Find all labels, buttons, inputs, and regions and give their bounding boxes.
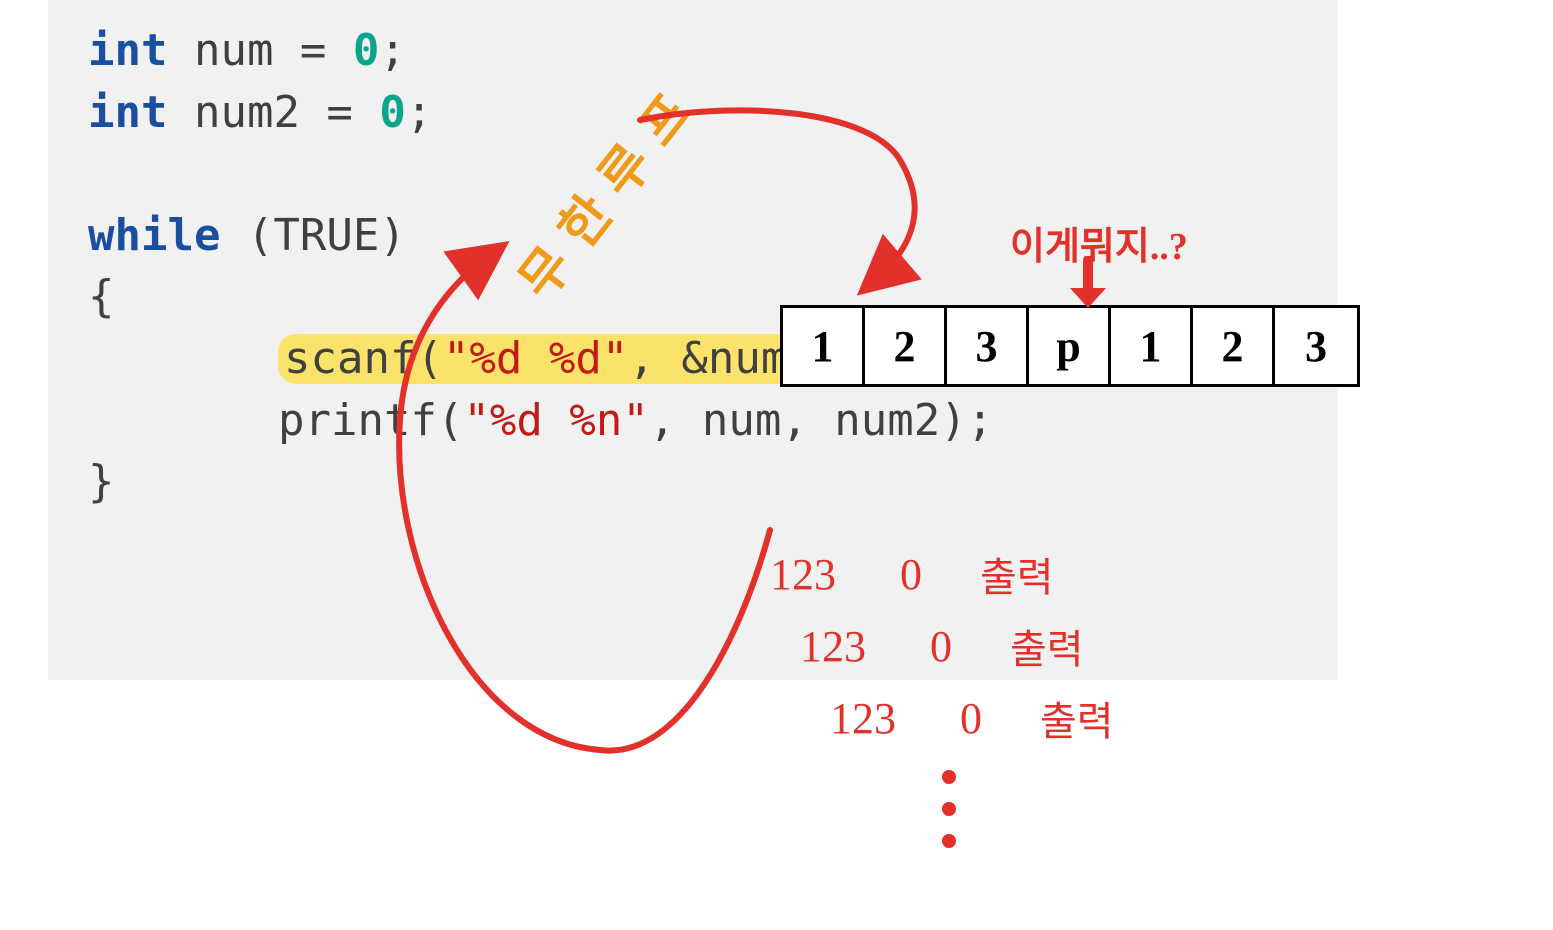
- code-text: num =: [167, 25, 352, 76]
- buffer-cell: 2: [1193, 308, 1275, 384]
- dot-icon: [942, 802, 956, 816]
- buffer-cell: 3: [947, 308, 1029, 384]
- output-value-1: 123: [800, 621, 890, 672]
- code-text: ;: [379, 25, 406, 76]
- number-literal: 0: [379, 87, 406, 138]
- buffer-cell: 1: [1111, 308, 1193, 384]
- code-text: (TRUE): [220, 210, 405, 261]
- code-text: num2 =: [167, 87, 379, 138]
- code-line-printf: printf("%d %n", num, num2);: [88, 390, 1298, 452]
- dot-icon: [942, 770, 956, 784]
- code-text: ;: [406, 87, 433, 138]
- output-row: 123 0 출력: [770, 545, 1114, 603]
- code-line-1: int num = 0;: [88, 20, 1298, 82]
- brace-close: }: [88, 451, 1298, 513]
- buffer-cell: 2: [865, 308, 947, 384]
- buffer-cell: 1: [783, 308, 865, 384]
- output-row: 123 0 출력: [800, 617, 1114, 675]
- string-literal: "%d %d": [443, 333, 628, 384]
- output-value-2: 0: [960, 693, 1000, 744]
- output-row: 123 0 출력: [830, 689, 1114, 747]
- arrow-down-icon: [1060, 256, 1120, 314]
- keyword-int: int: [88, 25, 167, 76]
- fn-scanf: scanf(: [284, 333, 443, 384]
- output-label: 출력: [1040, 689, 1114, 747]
- blank-line: [88, 143, 1298, 205]
- fn-printf: printf(: [278, 395, 463, 446]
- keyword-int: int: [88, 87, 167, 138]
- output-value-1: 123: [830, 693, 920, 744]
- output-value-2: 0: [900, 549, 940, 600]
- keyword-while: while: [88, 210, 220, 261]
- output-value-1: 123: [770, 549, 860, 600]
- output-label: 출력: [980, 545, 1054, 603]
- dot-icon: [942, 834, 956, 848]
- output-label: 출력: [1010, 617, 1084, 675]
- input-buffer: 1 2 3 p 1 2 3: [780, 305, 1360, 387]
- buffer-cell: p: [1029, 308, 1111, 384]
- number-literal: 0: [353, 25, 380, 76]
- ellipsis-dots-icon: [942, 770, 956, 848]
- output-value-2: 0: [930, 621, 970, 672]
- buffer-cell: 3: [1275, 308, 1357, 384]
- string-literal: "%d %n": [463, 395, 648, 446]
- annotation-output: 123 0 출력 123 0 출력 123 0 출력: [770, 545, 1114, 761]
- code-text: , num, num2);: [649, 395, 993, 446]
